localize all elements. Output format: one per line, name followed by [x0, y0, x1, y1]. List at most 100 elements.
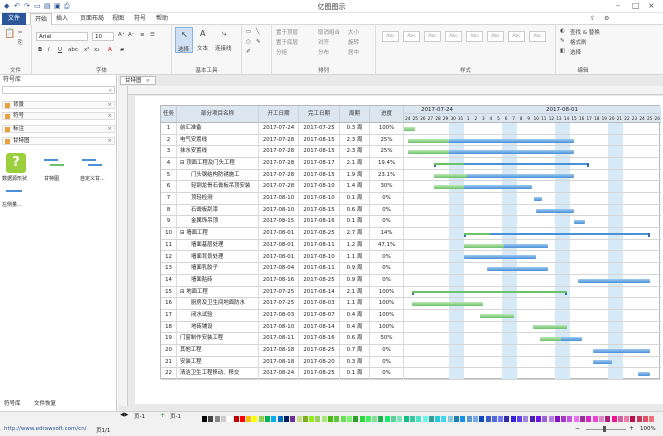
shadow-icon[interactable]: ◧ — [560, 48, 565, 54]
zoom-slider[interactable] — [586, 429, 626, 430]
color-swatch[interactable] — [403, 416, 409, 422]
color-swatch[interactable] — [617, 416, 623, 422]
color-swatch[interactable] — [353, 416, 359, 422]
italic-icon[interactable]: I — [48, 47, 50, 53]
page-nav-icon[interactable]: ◀▶ — [120, 412, 128, 418]
color-swatch[interactable] — [246, 416, 252, 422]
color-swatch[interactable] — [208, 416, 214, 422]
color-swatch[interactable] — [523, 416, 529, 422]
color-swatch[interactable] — [611, 416, 617, 422]
color-swatch[interactable] — [233, 416, 239, 422]
zoom-out-icon[interactable]: − — [575, 425, 580, 432]
rotate-button[interactable]: 旋转 — [348, 38, 359, 46]
color-swatch[interactable] — [479, 416, 485, 422]
rectangle-icon[interactable]: ▭ — [246, 29, 251, 35]
task-bar[interactable] — [592, 360, 612, 365]
color-swatch[interactable] — [592, 416, 598, 422]
color-swatch[interactable] — [517, 416, 522, 422]
align-button[interactable]: 对齐 — [318, 38, 329, 46]
line-icon[interactable]: ╲ — [256, 29, 259, 35]
library-item-callouts[interactable]: 标注 × — [2, 125, 115, 133]
color-swatch[interactable] — [567, 416, 573, 422]
menu-help[interactable]: 帮助 — [152, 13, 172, 25]
color-swatch[interactable] — [542, 416, 548, 422]
color-swatch[interactable] — [605, 416, 611, 422]
style-swatch[interactable]: Abc — [466, 31, 483, 42]
add-page-icon[interactable]: + — [160, 412, 165, 419]
color-swatch[interactable] — [202, 416, 207, 422]
subscript-icon[interactable]: x₂ — [94, 47, 99, 53]
zoom-in-icon[interactable]: + — [629, 425, 634, 432]
highlight-icon[interactable]: ▰ — [120, 47, 124, 53]
color-swatch[interactable] — [409, 416, 415, 422]
ellipse-icon[interactable]: ○ — [246, 39, 251, 45]
summary-bar[interactable] — [464, 232, 650, 235]
color-swatch[interactable] — [643, 416, 648, 422]
style-swatch[interactable]: Abc — [424, 31, 441, 42]
color-swatch[interactable] — [227, 416, 233, 422]
format-painter-button[interactable]: 格式刷 — [570, 38, 587, 46]
color-swatch[interactable] — [586, 416, 592, 422]
select-all-button[interactable]: 选择 — [570, 48, 581, 56]
task-bar[interactable] — [487, 267, 548, 272]
distribute-button[interactable]: 分布 — [318, 48, 329, 56]
task-bar[interactable] — [577, 278, 650, 283]
pen-icon[interactable]: ✐ — [246, 49, 251, 55]
data-source-shape-icon[interactable]: ? — [6, 153, 26, 173]
color-swatch[interactable] — [397, 416, 403, 422]
gantt-chart[interactable]: 任务 部分项目名称 开工日期 完工日期 周期 进度 2017-07-24 201… — [160, 105, 661, 380]
color-swatch[interactable] — [435, 416, 441, 422]
color-swatch[interactable] — [510, 416, 516, 422]
menu-file[interactable]: 文件 — [2, 13, 26, 25]
task-bar[interactable] — [574, 220, 586, 225]
color-swatch[interactable] — [302, 416, 308, 422]
page-tab[interactable]: 页-1 — [170, 412, 181, 420]
color-swatch[interactable] — [491, 416, 497, 422]
color-swatch[interactable] — [624, 416, 630, 422]
color-swatch[interactable] — [315, 416, 321, 422]
library-item-symbols[interactable]: 符号 × — [2, 112, 115, 120]
color-swatch[interactable] — [498, 416, 504, 422]
menu-insert[interactable]: 插入 — [52, 13, 72, 25]
underline-icon[interactable]: U — [58, 47, 62, 53]
bottom-tab-library[interactable]: 符号库 — [4, 399, 21, 407]
color-swatch[interactable] — [554, 416, 560, 422]
center-button[interactable]: 居中 — [348, 48, 359, 56]
fill-icon[interactable]: ◐ — [560, 28, 565, 34]
color-swatch[interactable] — [296, 416, 302, 422]
color-swatch[interactable] — [271, 416, 277, 422]
task-bar[interactable] — [536, 208, 575, 213]
pencil-icon[interactable]: ✎ — [256, 39, 261, 45]
color-swatch[interactable] — [504, 416, 510, 422]
color-swatch[interactable] — [283, 416, 289, 422]
style-swatch[interactable]: Abc — [529, 31, 546, 42]
task-bar[interactable] — [534, 196, 543, 201]
color-swatch[interactable] — [573, 416, 579, 422]
color-swatch[interactable] — [649, 416, 655, 422]
custom-gantt-shape-icon[interactable] — [82, 157, 104, 169]
color-swatch[interactable] — [472, 416, 478, 422]
color-swatch[interactable] — [460, 416, 466, 422]
ungroup-button[interactable]: 取消组合 — [318, 28, 340, 36]
group-button[interactable]: 分组 — [276, 48, 287, 56]
strikethrough-icon[interactable]: abc — [68, 47, 78, 53]
menu-view[interactable]: 视图 — [108, 13, 128, 25]
close-icon[interactable]: × — [648, 1, 655, 10]
color-swatch[interactable] — [252, 416, 258, 422]
color-swatch[interactable] — [447, 416, 453, 422]
color-swatch[interactable] — [466, 416, 472, 422]
color-swatch[interactable] — [416, 416, 422, 422]
color-swatch[interactable] — [441, 416, 447, 422]
color-swatch[interactable] — [277, 416, 283, 422]
grow-font-icon[interactable]: A⁺ — [118, 32, 125, 38]
color-swatch[interactable] — [328, 416, 333, 422]
cut-icon[interactable]: ✂ — [18, 30, 23, 36]
task-bar[interactable] — [464, 255, 537, 260]
paste-icon[interactable]: 📋 — [4, 29, 15, 39]
color-swatch[interactable] — [258, 416, 264, 422]
color-swatch[interactable] — [359, 416, 365, 422]
task-bar[interactable] — [638, 372, 650, 377]
shrink-font-icon[interactable]: A⁻ — [128, 32, 135, 38]
color-swatch[interactable] — [309, 416, 315, 422]
color-swatch[interactable] — [428, 416, 434, 422]
